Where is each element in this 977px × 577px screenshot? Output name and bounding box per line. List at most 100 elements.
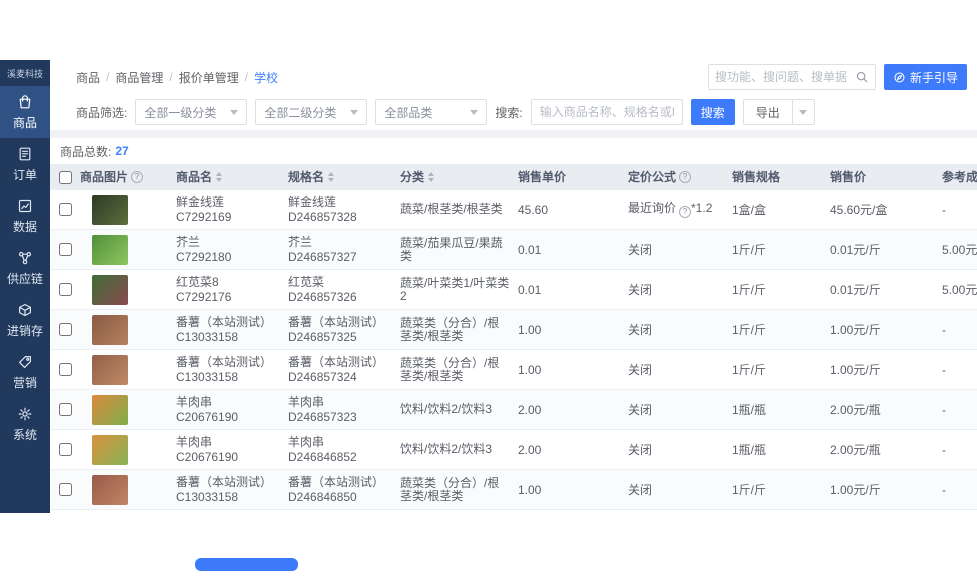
- spec-name: 芥兰: [288, 235, 313, 249]
- product-image[interactable]: [92, 234, 128, 265]
- pricing-formula-cell: 关闭: [628, 322, 653, 337]
- sidebar-item-products[interactable]: 商品: [0, 86, 50, 138]
- sidebar-item-data[interactable]: 数据: [0, 190, 50, 242]
- category-cell: 蔬菜/叶菜类1/叶菜类2: [400, 275, 510, 303]
- product-name: 鲜金线莲: [176, 195, 225, 209]
- category-level2-select[interactable]: 全部二级分类: [255, 99, 368, 125]
- guide-icon: [893, 71, 906, 84]
- sidebar-item-orders[interactable]: 订单: [0, 138, 50, 190]
- column-header-label: 商品图片: [80, 170, 129, 184]
- pricing-formula-cell: 关闭: [628, 482, 653, 497]
- sale-price-cell: 1.00元/斤: [830, 362, 881, 377]
- product-name-cell: 番薯（本站测试） C13033158: [176, 471, 288, 508]
- product-image[interactable]: [92, 474, 128, 505]
- sidebar-item-label: 订单: [12, 167, 37, 182]
- category-level1-select[interactable]: 全部一级分类: [135, 99, 248, 125]
- product-code: C7292176: [176, 290, 232, 304]
- breadcrumb-item-2[interactable]: 报价单管理: [179, 69, 239, 86]
- row-checkbox[interactable]: [58, 243, 72, 256]
- breadcrumb-separator: /: [106, 70, 110, 84]
- help-icon[interactable]: ?: [131, 171, 144, 183]
- help-icon[interactable]: ?: [679, 171, 692, 183]
- section-gap: [50, 130, 977, 138]
- column-header-label: 定价公式: [628, 170, 677, 184]
- column-header-spec-name[interactable]: 规格名: [288, 166, 400, 188]
- row-checkbox[interactable]: [58, 363, 72, 376]
- category-cell: 蔬菜/茄果瓜豆/果蔬类: [400, 235, 503, 263]
- reference-cost-cell: -: [942, 482, 946, 497]
- spec-name: 羊肉串: [288, 395, 325, 409]
- product-image-cell: [80, 351, 176, 389]
- table-row-partial: [50, 510, 977, 513]
- pricing-formula-cell: 关闭: [628, 282, 653, 297]
- product-image[interactable]: [92, 354, 128, 385]
- search-icon[interactable]: [855, 70, 869, 84]
- search-button[interactable]: 搜索: [690, 99, 735, 125]
- sale-spec-cell: 1斤/斤: [732, 242, 767, 257]
- spec-code: D246857325: [288, 330, 357, 344]
- column-header-label: 销售单价: [518, 170, 567, 184]
- product-image[interactable]: [92, 194, 128, 225]
- unit-price-cell: 1.00: [518, 322, 542, 337]
- sidebar-item-supply-chain[interactable]: 供应链: [0, 242, 50, 294]
- export-dropdown-button[interactable]: [792, 99, 815, 125]
- sale-price-cell: 0.01元/斤: [830, 282, 881, 297]
- sidebar-item-marketing[interactable]: 营销: [0, 346, 50, 398]
- spec-name: 番薯（本站测试）: [288, 315, 385, 329]
- product-image[interactable]: [92, 434, 128, 465]
- spec-name: 番薯（本站测试）: [288, 355, 385, 369]
- column-header-label: 分类: [400, 169, 425, 184]
- select-all-checkbox[interactable]: [58, 170, 72, 184]
- row-checkbox[interactable]: [58, 443, 72, 456]
- row-checkbox[interactable]: [58, 283, 72, 296]
- column-header-label: 销售价: [830, 170, 867, 184]
- row-checkbox[interactable]: [58, 403, 72, 416]
- column-header-label: 销售规格: [732, 170, 781, 184]
- column-header-reference-cost: 参考成: [942, 166, 977, 188]
- row-check-cell: [50, 443, 80, 456]
- bag-icon: [17, 94, 33, 110]
- app-window: 溪麦科技 商品 订单 数据 供应链 进销存 营销 系统 商品 / 商品管理 / 报价单管理 / 学校: [0, 60, 977, 513]
- product-name-cell: 羊肉串 C20676190: [176, 391, 288, 428]
- export-button[interactable]: 导出: [742, 99, 793, 125]
- product-image[interactable]: [92, 394, 128, 425]
- row-checkbox[interactable]: [58, 483, 72, 496]
- column-header-category[interactable]: 分类: [400, 167, 518, 188]
- category-kind-select[interactable]: 全部品类: [375, 99, 488, 125]
- breadcrumb-item-0[interactable]: 商品: [76, 69, 100, 86]
- pricing-formula-cell: 关闭: [628, 242, 653, 257]
- product-image-cell: [80, 271, 176, 309]
- product-image[interactable]: [92, 314, 128, 345]
- row-check-cell: [50, 363, 80, 376]
- spec-code: D246857328: [288, 210, 357, 224]
- table-row: 羊肉串 C20676190 羊肉串 D246846852 饮料/饮料2/饮料3 …: [50, 430, 977, 470]
- product-image[interactable]: [92, 274, 128, 305]
- sale-price-cell: 2.00元/瓶: [830, 402, 881, 417]
- column-header-product-name[interactable]: 商品名: [176, 166, 288, 188]
- chevron-down-icon: [350, 109, 359, 115]
- product-code: C20676190: [176, 450, 239, 464]
- guide-button[interactable]: 新手引导: [883, 64, 967, 90]
- row-checkbox[interactable]: [58, 323, 72, 336]
- sidebar-item-label: 数据: [12, 219, 37, 234]
- table-body: 鲜金线莲 C7292169 鲜金线莲 D246857328 蔬菜/根茎类/根茎类…: [50, 190, 977, 513]
- row-checkbox[interactable]: [58, 203, 72, 216]
- product-name-cell: 鲜金线莲 C7292169: [176, 191, 288, 228]
- sidebar-item-label: 系统: [12, 427, 37, 442]
- page: 溪麦科技 商品 订单 数据 供应链 进销存 营销 系统 商品 / 商品管理 / 报价单管理 / 学校: [0, 0, 977, 577]
- sidebar-item-inventory[interactable]: 进销存: [0, 294, 50, 346]
- reference-cost-cell: 5.00元: [942, 242, 977, 257]
- breadcrumb-item-1[interactable]: 商品管理: [115, 69, 163, 86]
- breadcrumb-item-3[interactable]: 学校: [254, 69, 278, 86]
- sale-spec-cell: 1瓶/瓶: [732, 402, 767, 417]
- help-icon[interactable]: ?: [679, 206, 692, 218]
- filter-row: 商品筛选: 全部一级分类 全部二级分类 全部品类 搜索: 输入商品名称、规格名或…: [50, 94, 977, 130]
- global-search-input[interactable]: [714, 70, 855, 84]
- row-check-cell: [50, 323, 80, 336]
- sidebar-item-system[interactable]: 系统: [0, 398, 50, 450]
- order-icon: [17, 146, 33, 162]
- product-search-input[interactable]: [539, 105, 674, 119]
- column-header-pricing-formula: 定价公式?: [628, 166, 732, 188]
- reference-cost-cell: -: [942, 202, 946, 217]
- horizontal-scrollbar-thumb[interactable]: [195, 558, 298, 571]
